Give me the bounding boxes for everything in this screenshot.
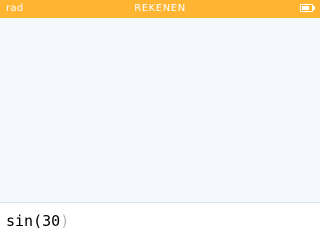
calculation-history[interactable] (0, 18, 320, 202)
title-bar: rad REKENEN (0, 0, 320, 18)
app-title: REKENEN (134, 3, 186, 14)
expression-text[interactable]: sin(30 (6, 212, 60, 230)
auto-close-paren: ) (60, 212, 70, 230)
battery-level-fill (302, 6, 309, 10)
battery-tip (313, 6, 315, 10)
expression-input-line[interactable]: sin(30) (6, 212, 69, 230)
battery-icon (300, 4, 315, 12)
expression-input-field[interactable]: sin(30) (0, 203, 320, 240)
